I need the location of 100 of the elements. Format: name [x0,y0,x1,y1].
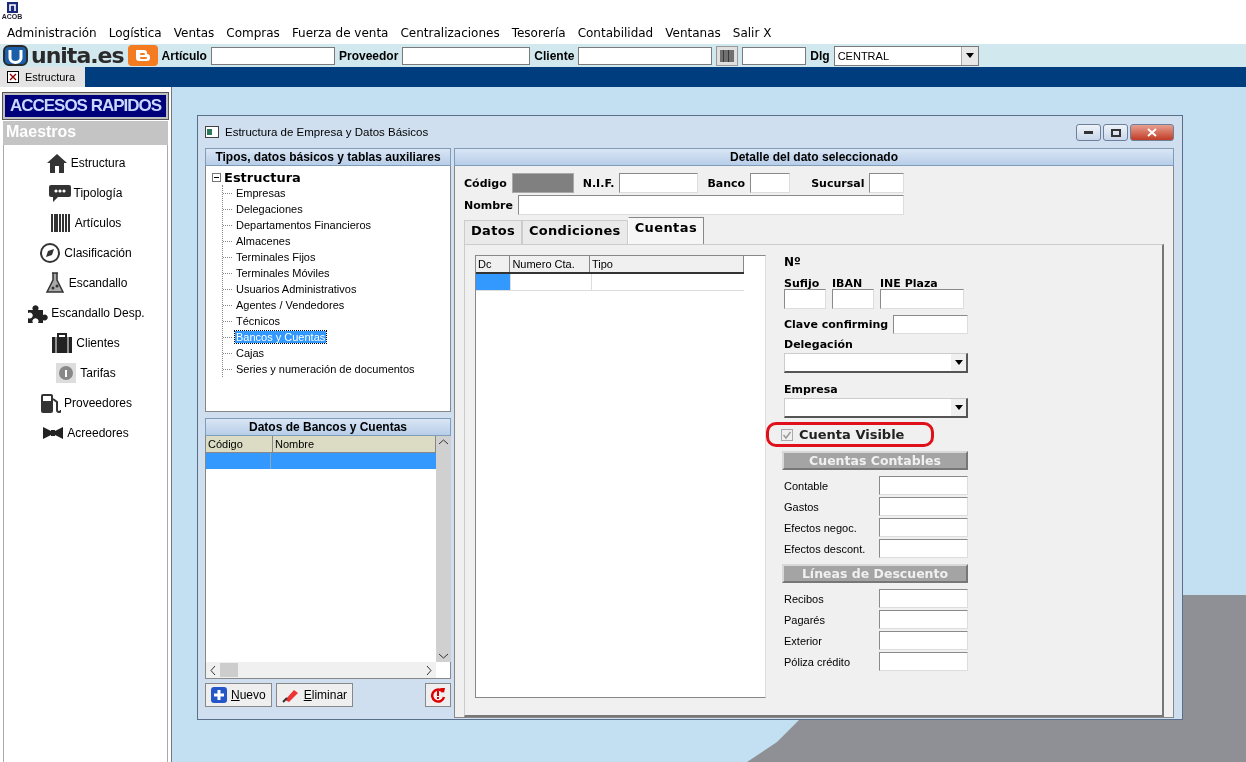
scrollbar-thumb[interactable] [220,663,238,677]
tree-node[interactable]: Estructura [212,169,444,185]
input-field[interactable] [210,46,335,65]
menu-item[interactable]: Fuerza de venta [287,26,397,40]
shortcut-item[interactable]: Proveedores [38,391,132,415]
menu-item[interactable]: Contabilidad [573,26,662,40]
menu-item[interactable]: Logística [104,26,170,40]
plus-icon [211,687,227,703]
shortcut-item[interactable]: Artículos [49,211,122,235]
maximize-button[interactable] [1103,124,1128,141]
menu-item[interactable]: Centralizaciones [396,26,508,40]
menu-item[interactable]: Ventas [169,26,223,40]
tree-item[interactable]: Cajas [235,347,266,359]
tree-item[interactable]: Empresas [235,187,287,199]
menu-item[interactable]: Ventanas [661,26,729,40]
selected-cell[interactable] [476,274,511,290]
column-header[interactable]: Código [206,436,273,452]
menu-item[interactable]: Salir X [728,26,780,40]
dropdown[interactable] [784,353,968,373]
shortcut-item[interactable]: Tipología [48,181,123,205]
section-header: Maestros [3,121,168,145]
input-field[interactable] [832,289,874,309]
refresh-button[interactable] [425,683,451,707]
menu-item[interactable]: Tesorería [507,26,574,40]
input-field[interactable] [879,631,968,650]
tab[interactable]: Datos [464,220,522,244]
tree-item[interactable]: Técnicos [235,315,282,327]
arrow-left-icon[interactable] [210,665,216,675]
field-label: Contable [784,479,829,492]
caret-icon[interactable] [954,405,963,410]
tree-item[interactable]: Agentes / Vendedores [235,299,346,311]
new-button[interactable]: Nuevo [205,683,272,707]
field-label: Empresa [784,383,839,396]
column-header[interactable]: Dc [476,256,511,272]
input-field[interactable] [880,289,964,309]
tab[interactable]: Condiciones [521,220,628,244]
menu-item[interactable]: Compras [222,26,288,40]
input-field[interactable] [879,497,968,516]
input-field[interactable] [879,518,968,537]
input-field[interactable] [784,289,826,309]
tree-item[interactable]: Almacenes [235,235,292,247]
dropdown[interactable] [784,398,968,418]
close-icon [1147,128,1157,137]
field-label: Artículo [161,48,207,63]
input-field[interactable] [578,46,713,65]
arrow-right-icon[interactable] [426,665,432,675]
tree-item[interactable]: Departamentos Financieros [235,219,373,231]
input-field[interactable] [869,173,905,193]
arrow-up-icon[interactable] [439,439,448,445]
field-label: Efectos negoc. [784,521,857,534]
delete-button[interactable]: Eliminar [275,683,354,707]
input-field[interactable] [402,46,531,65]
field-label: Exterior [784,634,822,647]
shortcut-item[interactable]: Acreedores [42,421,129,445]
input-field[interactable] [879,476,968,495]
field-label: Póliza crédito [784,655,851,668]
barcode-button[interactable] [716,45,739,66]
caret-icon[interactable] [965,53,974,58]
field-label: Cliente [534,48,575,63]
vertical-scrollbar[interactable] [436,436,451,662]
tree-item[interactable]: Usuarios Administrativos [235,283,358,295]
column-header[interactable]: Tipo [589,256,744,272]
collapse-icon[interactable] [212,172,221,182]
document-tab[interactable]: Estructura [0,67,85,87]
input-field[interactable] [742,46,807,65]
input-field[interactable] [750,173,791,193]
minimize-button[interactable] [1076,124,1101,141]
input-field[interactable] [879,610,968,629]
shortcut-item[interactable]: Tarifas [55,361,116,385]
house-icon [45,152,68,174]
input-field[interactable] [619,173,699,193]
blogger-icon[interactable] [127,45,158,66]
input-field[interactable] [518,195,904,215]
shortcut-item[interactable]: Escandallo Desp. [26,301,145,325]
shortcut-item[interactable]: Clientes [51,331,120,355]
tree-item[interactable]: Series y numeración de documentos [235,363,416,375]
input-field[interactable] [893,314,968,334]
column-header[interactable]: Numero Cta. [510,256,590,272]
caret-icon[interactable] [954,360,963,365]
tab[interactable]: Cuentas [627,217,705,244]
tree-item[interactable]: Terminales Móviles [235,267,331,279]
input-field[interactable] [879,589,968,608]
tree-item[interactable]: Terminales Fijos [235,251,317,263]
close-button[interactable] [1130,124,1174,141]
horizontal-scrollbar[interactable] [206,662,436,678]
tree-item[interactable]: Delegaciones [235,203,304,215]
menu-item[interactable]: Administración [3,26,105,40]
input-field[interactable] [879,539,968,558]
shortcut-item[interactable]: Escandallo [43,271,128,295]
shortcut-item[interactable]: Clasificación [39,241,132,265]
speech-bubble-icon [48,182,71,204]
group-header: Cuentas Contables [782,451,968,470]
field-label: Nº [784,255,802,271]
close-icon[interactable] [7,71,19,83]
input-field[interactable] [879,652,968,671]
shortcut-item[interactable]: Estructura [45,151,126,175]
readonly-field[interactable] [511,173,574,193]
dropdown[interactable]: CENTRAL [833,45,979,66]
arrow-down-icon[interactable] [439,653,448,659]
field-label: Proveedor [338,48,399,63]
